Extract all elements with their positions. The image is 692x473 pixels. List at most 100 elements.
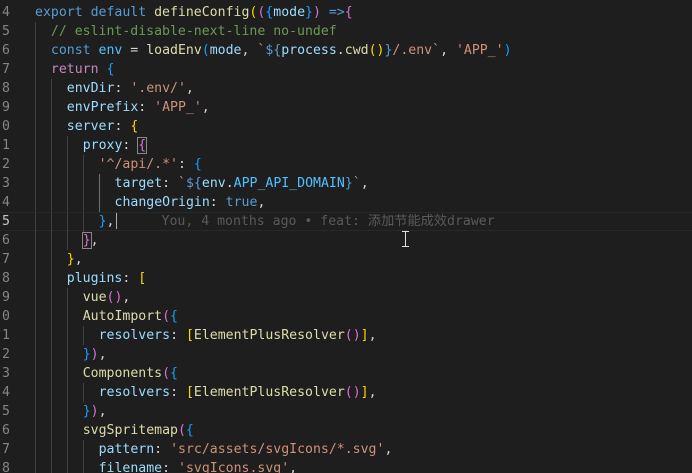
token: Components — [82, 366, 163, 381]
code-line[interactable]: 0 AutoImport({ — [0, 307, 692, 326]
token: vue — [82, 290, 107, 305]
indent-guide — [50, 288, 52, 307]
code-line[interactable]: 8 envDir: '.env/', — [0, 79, 692, 98]
code-text[interactable]: // eslint-disable-next-line no-undef — [51, 22, 337, 41]
code-text[interactable]: Components({ — [83, 364, 178, 383]
code-line[interactable]: 5}), — [0, 402, 692, 421]
token: : — [114, 81, 131, 96]
code-text[interactable]: svgSpritemap({ — [83, 421, 194, 440]
line-number: 9 — [2, 100, 10, 115]
code-text[interactable]: pattern: 'src/assets/svgIcons/*.svg', — [99, 440, 393, 459]
code-text[interactable]: return { — [51, 60, 115, 79]
code-text[interactable]: server: { — [67, 117, 138, 136]
token: ) — [90, 347, 99, 362]
indent-guide — [66, 364, 68, 383]
indent-guide — [82, 193, 84, 212]
code-line[interactable]: 2 '^/api/.*': { — [0, 155, 692, 174]
indent-guide — [35, 155, 36, 174]
code-line[interactable]: 8 filename: 'svgIcons.svg', — [0, 459, 692, 473]
code-line[interactable]: 6 svgSpritemap({ — [0, 421, 692, 440]
code-line[interactable]: 6}, — [0, 231, 692, 250]
token: } — [344, 176, 353, 191]
code-line[interactable]: 9 envPrefix: 'APP_', — [0, 98, 692, 117]
token: mode — [209, 43, 242, 58]
code-line[interactable]: 3 Components({ — [0, 364, 692, 383]
code-text[interactable]: vue(), — [83, 288, 131, 307]
indent-guide — [35, 22, 36, 41]
code-line-active[interactable]: 5}, You, 4 months ago • feat: 添加节能成效drawe… — [0, 212, 692, 232]
code-text[interactable]: const env = loadEnv(mode, `${process.cwd… — [51, 41, 512, 60]
code-text[interactable]: target: `${env.APP_API_DOMAIN}`, — [115, 174, 369, 193]
token: : — [178, 157, 194, 172]
code-editor[interactable]: 4 export default defineConfig(({mode}) =>… — [0, 0, 692, 473]
code-text[interactable]: }, You, 4 months ago • feat: 添加节能成效drawer — [99, 213, 495, 230]
code-line[interactable]: 6 const env = loadEnv(mode, `${process.cw… — [0, 41, 692, 60]
indent-guide — [66, 136, 68, 155]
code-line[interactable]: 7 pattern: 'src/assets/svgIcons/*.svg', — [0, 440, 692, 459]
code-text[interactable]: filename: 'svgIcons.svg', — [99, 459, 298, 473]
token: ( — [201, 43, 210, 58]
code-text[interactable]: changeOrigin: true, — [115, 193, 266, 212]
token: ElementPlusResolver — [193, 328, 345, 343]
token: [ — [185, 328, 194, 343]
code-text[interactable]: export default defineConfig(({mode}) =>{ — [35, 3, 353, 22]
code-text[interactable]: }, — [81, 231, 99, 250]
code-line[interactable]: 9 vue(), — [0, 288, 692, 307]
code-text[interactable]: }), — [83, 345, 107, 364]
code-line[interactable]: 1 resolvers: [ElementPlusResolver()], — [0, 326, 692, 345]
indent-guide — [35, 269, 36, 288]
indent-guide — [35, 174, 36, 193]
token: () — [344, 328, 361, 343]
token: 'src/assets/svgIcons/*.svg' — [170, 442, 385, 457]
code-line[interactable]: 1 proxy: { — [0, 136, 692, 155]
code-text[interactable]: '^/api/.*': { — [99, 155, 202, 174]
token: env — [201, 176, 226, 191]
code-line[interactable]: 8 plugins: [ — [0, 269, 692, 288]
token: , — [185, 81, 194, 96]
token: ] — [360, 385, 369, 400]
code-line[interactable]: 3 target: `${env.APP_API_DOMAIN}`, — [0, 174, 692, 193]
code-text[interactable]: envPrefix: 'APP_', — [67, 98, 210, 117]
code-line[interactable]: 7 return { — [0, 60, 692, 79]
indent-guide — [66, 421, 68, 440]
indent-guide — [50, 98, 52, 117]
code-text[interactable]: resolvers: [ElementPlusResolver()], — [99, 383, 377, 402]
code-text[interactable]: }), — [83, 402, 107, 421]
code-text[interactable]: envDir: '.env/', — [67, 79, 194, 98]
code-text[interactable]: plugins: [ — [67, 269, 146, 288]
code-text[interactable]: resolvers: [ElementPlusResolver()], — [99, 326, 377, 345]
code-text[interactable]: AutoImport({ — [83, 307, 178, 326]
token: ) — [503, 43, 512, 58]
token: , — [201, 100, 210, 115]
code-line[interactable]: 4 changeOrigin: true, — [0, 193, 692, 212]
token: { — [193, 157, 202, 172]
indent-guide — [35, 98, 36, 117]
line-number: 6 — [2, 423, 10, 438]
code-line[interactable]: 2}), — [0, 345, 692, 364]
indent-guide — [35, 402, 36, 421]
token: APP_API_DOMAIN — [233, 176, 345, 191]
code-line[interactable]: 4 export default defineConfig(({mode}) =>… — [0, 3, 692, 22]
code-line[interactable]: 5 // eslint-disable-next-line no-undef — [0, 22, 692, 41]
indent-guide — [35, 345, 36, 364]
code-text[interactable]: }, — [67, 250, 83, 269]
indent-guide — [50, 421, 52, 440]
code-line[interactable]: 7}, — [0, 250, 692, 269]
text-cursor — [115, 213, 117, 229]
indent-guide — [50, 174, 52, 193]
token: ` — [178, 176, 186, 191]
indent-guide — [66, 288, 68, 307]
line-number: 4 — [2, 195, 10, 210]
code-line[interactable]: 0 server: { — [0, 117, 692, 136]
code-text[interactable]: proxy: { — [83, 136, 148, 155]
indent-guide — [50, 402, 52, 421]
token: ( — [177, 423, 186, 438]
code-line[interactable]: 4 resolvers: [ElementPlusResolver()], — [0, 383, 692, 402]
line-number: 0 — [2, 119, 10, 134]
token: , — [90, 233, 99, 248]
token: ElementPlusResolver — [193, 385, 345, 400]
indent-guide — [82, 155, 84, 174]
token: { — [185, 423, 194, 438]
line-number: 1 — [2, 138, 10, 153]
indent-guide — [35, 41, 36, 60]
